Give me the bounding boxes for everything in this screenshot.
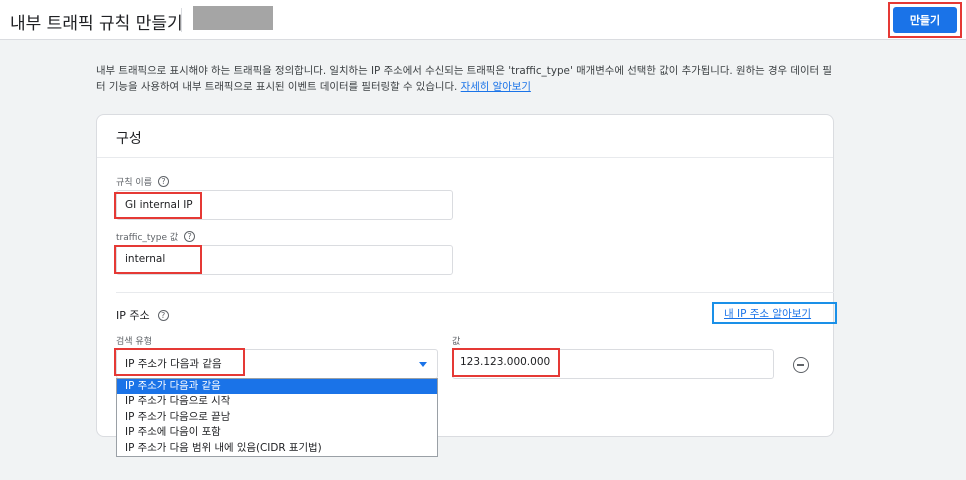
match-type-dropdown-list: IP 주소가 다음과 같음 IP 주소가 다음으로 시작 IP 주소가 다음으로… [116, 378, 438, 457]
ip-value: 123.123.000.000 [460, 356, 551, 368]
ip-section-title-text: IP 주소 [116, 309, 150, 322]
title-divider [181, 8, 182, 32]
card-title: 구성 [116, 131, 142, 147]
card-divider [97, 157, 833, 158]
remove-circle-icon[interactable] [793, 357, 809, 373]
dropdown-arrow-icon[interactable] [419, 362, 427, 367]
dropdown-option[interactable]: IP 주소가 다음과 같음 [117, 379, 437, 395]
create-button[interactable]: 만들기 [893, 7, 957, 33]
traffic-type-label-text: traffic_type 값 [116, 233, 179, 243]
top-bar: 내부 트래픽 규칙 만들기 만들기 [0, 0, 966, 40]
dropdown-option[interactable]: IP 주소가 다음으로 시작 [117, 394, 437, 409]
help-icon[interactable]: ? [184, 231, 196, 242]
traffic-type-label: traffic_type 값 ? [116, 230, 196, 243]
my-ip-link-highlight: 내 IP 주소 알아보기 [712, 302, 837, 324]
page-title: 내부 트래픽 규칙 만들기 [10, 14, 183, 34]
my-ip-link[interactable]: 내 IP 주소 알아보기 [724, 306, 811, 321]
section-divider [116, 292, 834, 293]
traffic-type-value: internal [125, 253, 166, 265]
redacted-property-name [193, 6, 273, 30]
dropdown-option[interactable]: IP 주소에 다음이 포함 [117, 425, 437, 440]
create-button-highlight: 만들기 [888, 2, 962, 38]
dropdown-option[interactable]: IP 주소가 다음으로 끝남 [117, 410, 437, 425]
match-type-value: IP 주소가 다음과 같음 [125, 358, 222, 370]
rule-name-label: 규칙 이름 ? [116, 175, 169, 188]
help-icon[interactable]: ? [157, 309, 169, 321]
dropdown-option[interactable]: IP 주소가 다음 범위 내에 있음(CIDR 표기법) [117, 441, 437, 456]
match-type-label: 검색 유형 [116, 337, 152, 347]
rule-name-label-text: 규칙 이름 [116, 178, 152, 188]
rule-name-value: GI internal IP [125, 199, 193, 211]
help-icon[interactable]: ? [157, 176, 169, 187]
ip-section-title: IP 주소 ? [116, 307, 169, 323]
ip-value-label: 값 [452, 337, 461, 347]
learn-more-link[interactable]: 자세히 알아보기 [461, 81, 531, 93]
description: 내부 트래픽으로 표시해야 하는 트래픽을 정의합니다. 일치하는 IP 주소에… [96, 63, 836, 95]
